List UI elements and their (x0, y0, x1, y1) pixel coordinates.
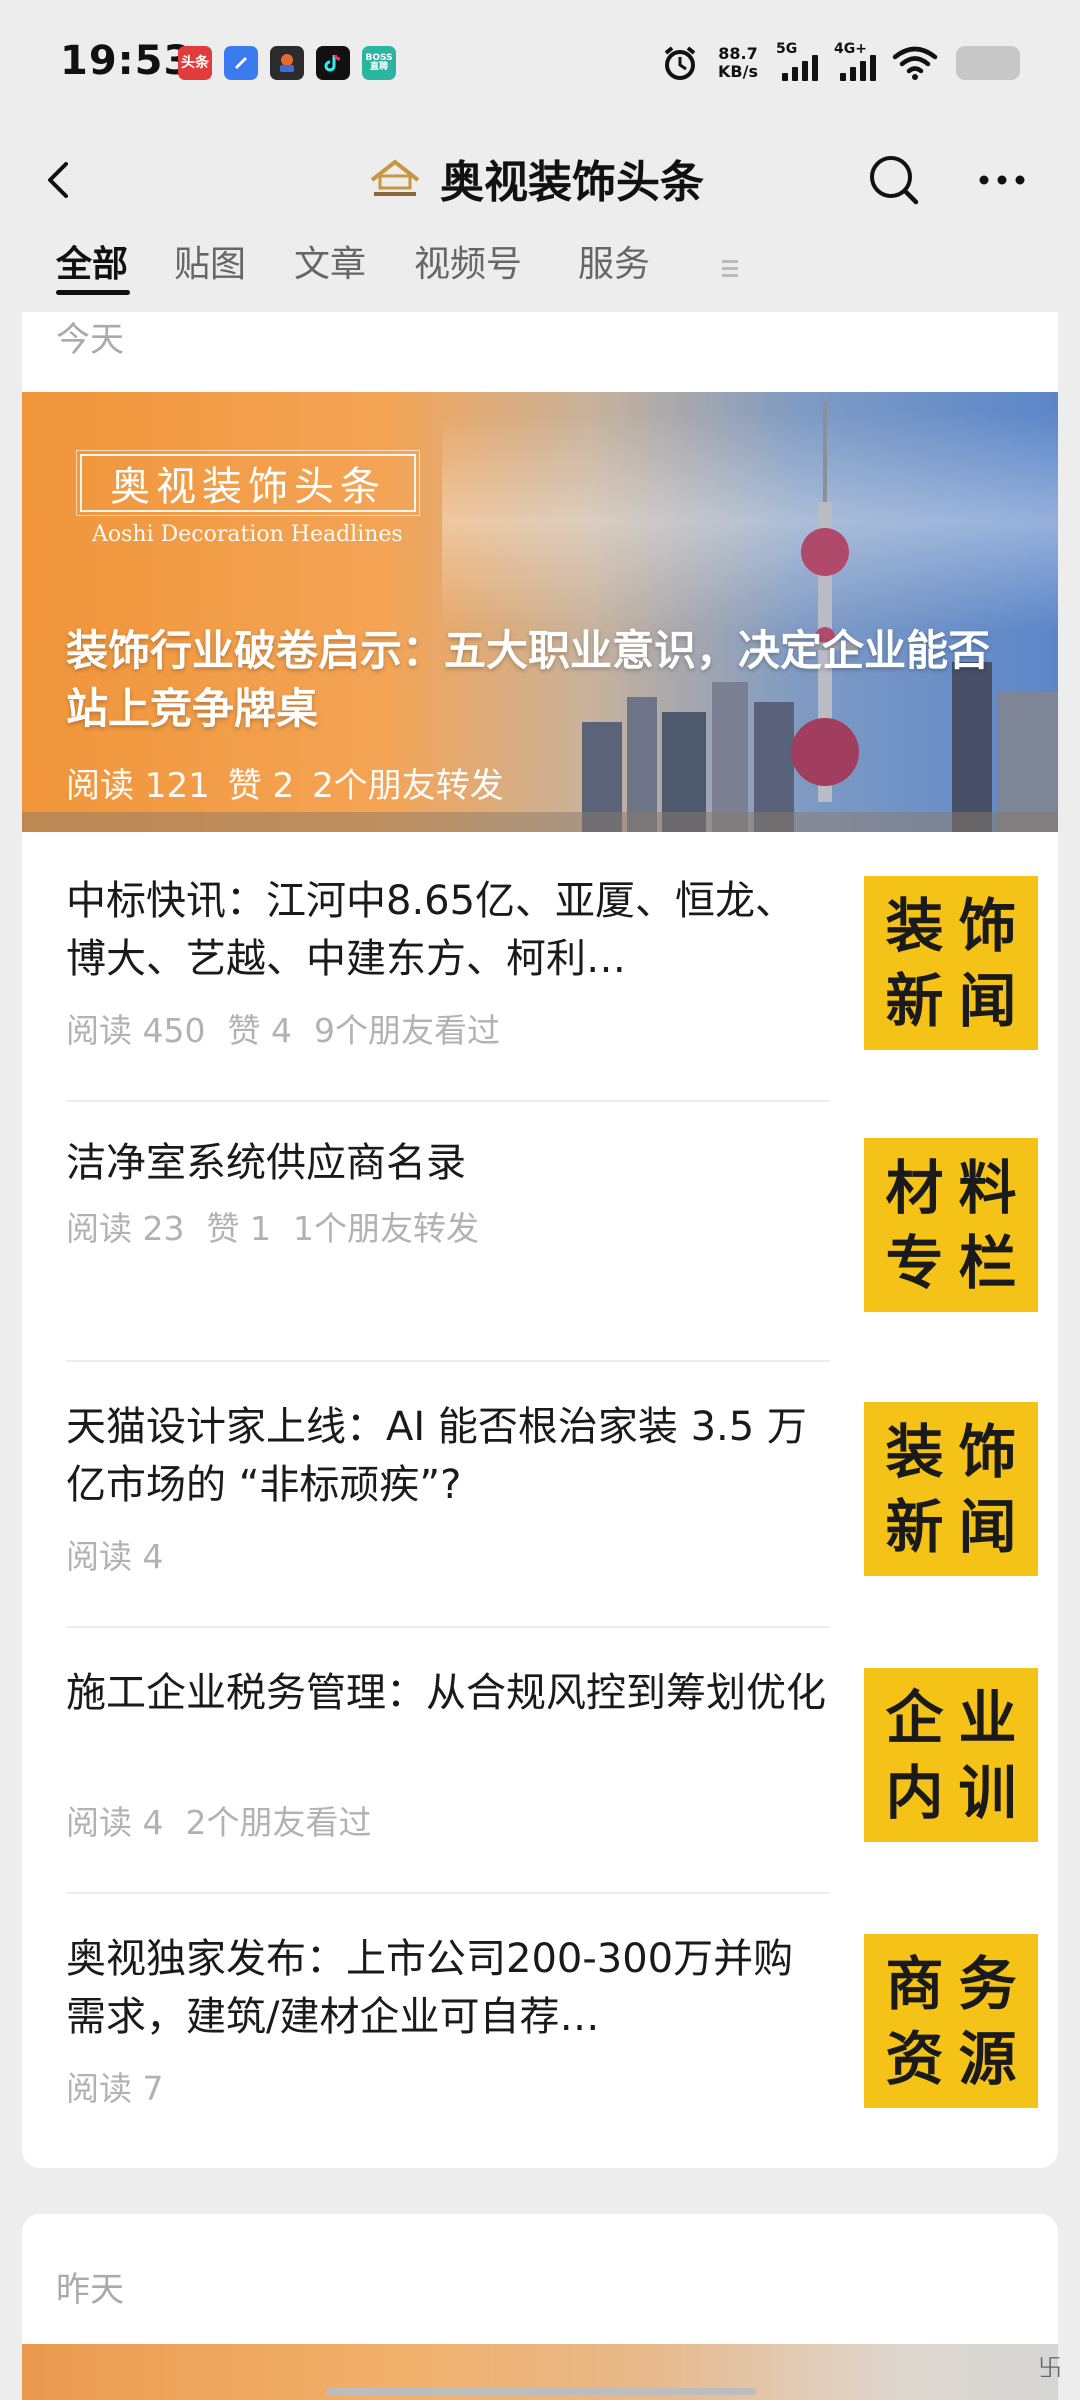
section-date: 昨天 (56, 2270, 124, 2310)
article-thumbnail: 装饰新闻 (864, 876, 1038, 1050)
status-time: 19:53 (60, 38, 193, 84)
article-title: 施工企业税务管理：从合规风控到筹划优化 (66, 1670, 826, 1716)
list-item[interactable]: 奥视独家发布：上市公司200-300万并购需求，建筑/建材企业可自荐… 阅读 7… (66, 1930, 1038, 2160)
menu-lines-icon (722, 260, 738, 277)
wifi-icon (892, 46, 938, 80)
article-thumbnail: 材料专栏 (864, 1138, 1038, 1312)
tab-images[interactable]: 贴图 (174, 240, 246, 300)
app-header: 奥视装饰头条 (0, 120, 1080, 240)
assistant-floating-icon[interactable]: ࿕ (1038, 2348, 1062, 2386)
account-logo (370, 159, 420, 196)
search-icon (870, 156, 919, 205)
article-thumbnail: 商务资源 (864, 1934, 1038, 2108)
account-title: 奥视装饰头条 (366, 148, 704, 208)
tiktok-icon (316, 46, 350, 80)
toutiao-icon: 头条 (178, 46, 212, 80)
section-date: 今天 (56, 320, 124, 360)
boss-icon: BOSS 直聘 (362, 46, 396, 80)
article-meta: 阅读 23 赞 1 1个朋友转发 (66, 1209, 479, 1248)
tabs-fade-overlay (640, 240, 760, 300)
chevron-left-icon (48, 162, 68, 198)
divider (66, 1100, 830, 1102)
friends-shared: 2个朋友转发 (312, 766, 504, 806)
article-meta: 阅读 4 (66, 1537, 164, 1576)
search-button[interactable] (862, 148, 926, 212)
article-title: 中标快讯：江河中8.65亿、亚厦、恒龙、博大、艺越、中建东方、柯利… (66, 878, 796, 982)
tab-channels[interactable]: 视频号 (414, 240, 522, 300)
divider (66, 1892, 830, 1894)
article-title: 奥视独家发布：上市公司200-300万并购需求，建筑/建材企业可自荐… (66, 1936, 794, 2040)
signal-5g-icon: 5G (776, 41, 818, 81)
article-meta: 阅读 450 赞 4 9个朋友看过 (66, 1011, 500, 1050)
status-bar: 19:53 头条 BOSS 直聘 88.7 KB/s 5G 4G+ (0, 0, 1080, 120)
content-tabs: 全部 贴图 文章 视频号 服务 (0, 240, 1080, 312)
featured-title: 装饰行业破卷启示：五大职业意识，决定企业能否站上竞争牌桌 (66, 626, 991, 733)
today-card: 今天 奥视装饰头条 Aoshi Decoration Headlines 装饰行… (22, 312, 1058, 2168)
like-count: 赞 2 (227, 766, 295, 806)
alarm-icon (664, 46, 696, 80)
featured-brand-english: Aoshi Decoration Headlines (92, 522, 403, 547)
network-speed: 88.7 KB/s (718, 44, 758, 81)
back-button[interactable] (30, 150, 90, 210)
page-title: 奥视装饰头条 (440, 157, 704, 208)
article-title: 洁净室系统供应商名录 (66, 1140, 466, 1186)
status-indicators: 88.7 KB/s 5G 4G+ (660, 38, 1020, 88)
article-thumbnail: 企业内训 (864, 1668, 1038, 1842)
list-item[interactable]: 中标快讯：江河中8.65亿、亚厦、恒龙、博大、艺越、中建东方、柯利… 阅读 45… (66, 872, 1038, 1102)
divider (66, 1626, 830, 1628)
more-button[interactable] (970, 148, 1034, 212)
list-item[interactable]: 天猫设计家上线：AI 能否根治家装 3.5 万亿市场的 “非标顽疾”? 阅读 4… (66, 1398, 1038, 1628)
read-count: 阅读 121 (66, 766, 210, 806)
article-meta: 阅读 4 2个朋友看过 (66, 1803, 372, 1842)
yesterday-card: 昨天 (22, 2214, 1058, 2400)
tab-articles[interactable]: 文章 (294, 240, 366, 300)
divider (66, 1360, 830, 1362)
active-tab-underline (56, 290, 130, 295)
battery-icon (956, 46, 1020, 80)
list-item[interactable]: 施工企业税务管理：从合规风控到筹划优化 阅读 4 2个朋友看过 企业内训 (66, 1664, 1038, 1894)
article-thumbnail: 装饰新闻 (864, 1402, 1038, 1576)
list-item[interactable]: 洁净室系统供应商名录 阅读 23 赞 1 1个朋友转发 材料专栏 (66, 1134, 1038, 1364)
more-dots-icon (979, 175, 1025, 185)
signal-4g-icon: 4G+ (834, 41, 876, 81)
game-icon (270, 46, 304, 80)
home-indicator[interactable] (326, 2388, 756, 2395)
article-title: 天猫设计家上线：AI 能否根治家装 3.5 万亿市场的 “非标顽疾”? (66, 1404, 807, 1508)
featured-meta: 阅读 121 赞 2 2个朋友转发 (66, 758, 522, 807)
article-meta: 阅读 7 (66, 2069, 164, 2108)
featured-article[interactable]: 奥视装饰头条 Aoshi Decoration Headlines 装饰行业破卷… (22, 392, 1058, 832)
featured-brand-plaque: 奥视装饰头条 (76, 450, 420, 516)
app-blue-icon (224, 46, 258, 80)
